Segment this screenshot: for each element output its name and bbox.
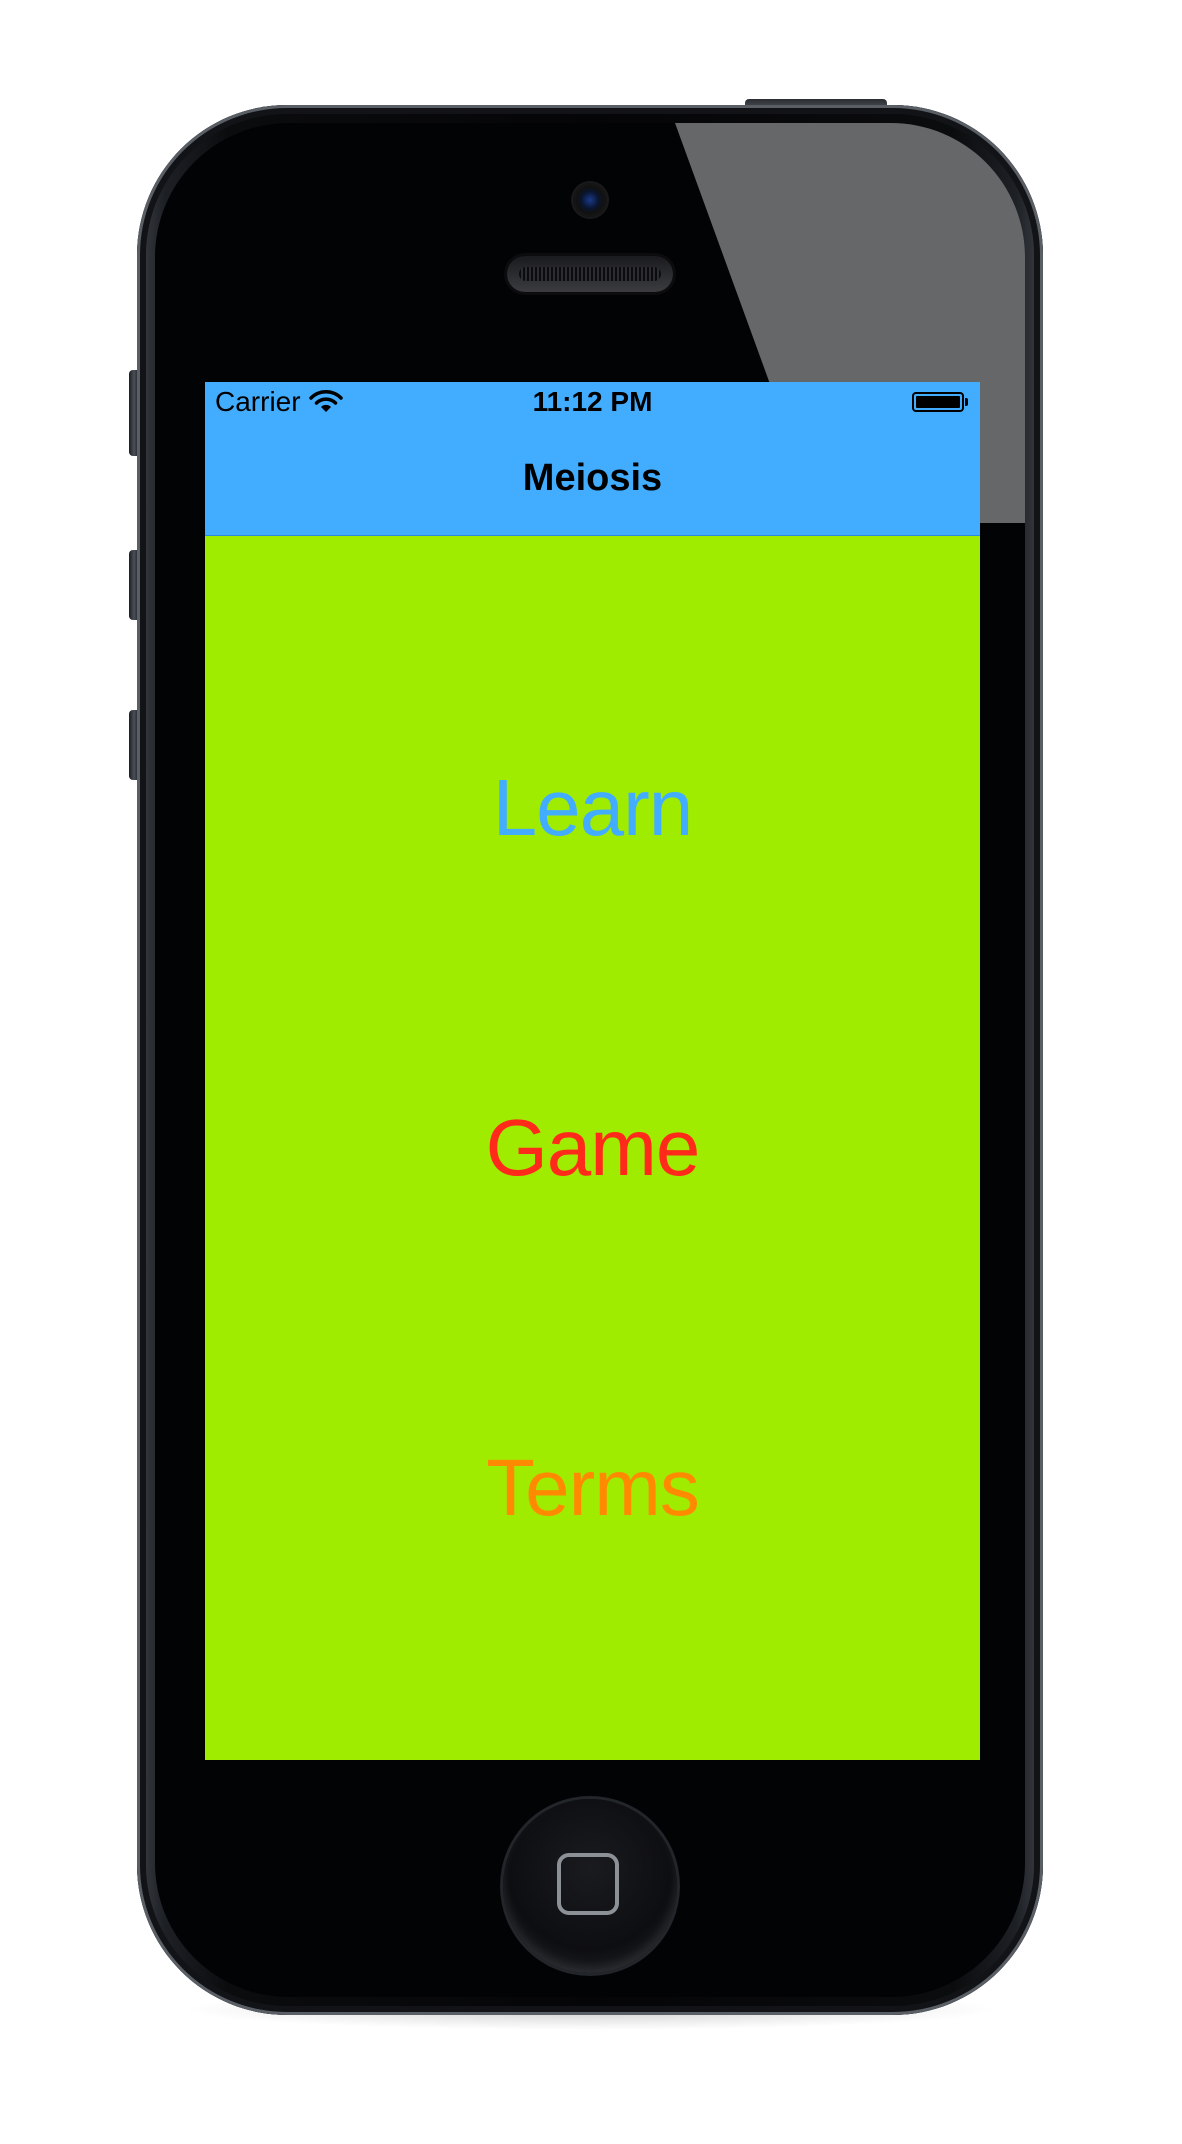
earpiece-speaker [507, 256, 673, 292]
learn-button[interactable]: Learn [205, 762, 980, 854]
app-screen: Carrier 11:12 PM Meiosis Learn Game Term… [205, 382, 980, 1760]
game-button[interactable]: Game [205, 1102, 980, 1194]
terms-button[interactable]: Terms [205, 1442, 980, 1534]
status-time: 11:12 PM [532, 386, 653, 417]
front-camera-icon [573, 183, 607, 217]
device-frame-stage: Carrier 11:12 PM Meiosis Learn Game Term… [0, 0, 1182, 2144]
battery-icon [912, 392, 968, 412]
home-button[interactable] [503, 1799, 677, 1973]
navigation-bar: Meiosis [205, 422, 980, 536]
status-bar: Carrier 11:12 PM [205, 382, 980, 422]
home-square-icon [557, 1853, 619, 1915]
page-title: Meiosis [522, 457, 663, 499]
